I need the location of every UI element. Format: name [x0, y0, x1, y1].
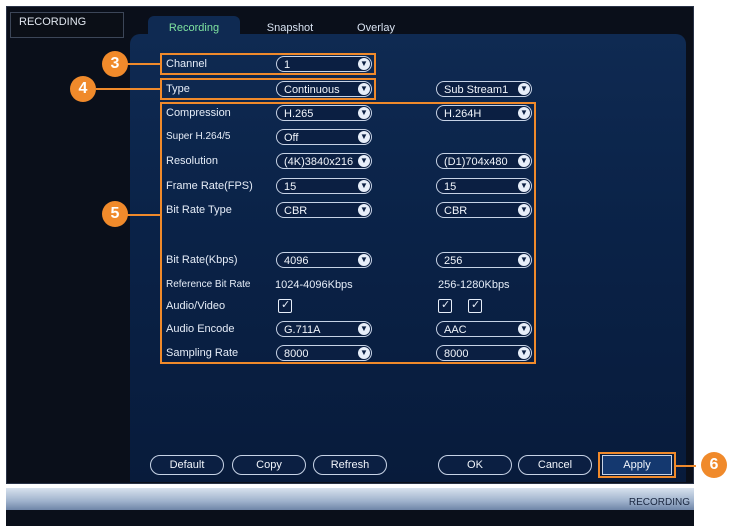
- callout-box-apply: [598, 452, 676, 478]
- footer-strip: [6, 510, 694, 526]
- callout-number-3: 3: [102, 51, 128, 77]
- ok-button[interactable]: OK: [438, 455, 512, 475]
- callout-line-5: [126, 214, 160, 216]
- callout-number-5: 5: [102, 201, 128, 227]
- default-button[interactable]: Default: [150, 455, 224, 475]
- refresh-button[interactable]: Refresh: [313, 455, 387, 475]
- callout-box-type: [160, 78, 376, 100]
- callout-box-channel: [160, 53, 376, 75]
- callout-number-6: 6: [701, 452, 727, 478]
- tab-snapshot[interactable]: Snapshot: [248, 16, 332, 40]
- callout-number-4: 4: [70, 76, 96, 102]
- chevron-down-icon: ▼: [518, 83, 530, 95]
- cancel-button[interactable]: Cancel: [518, 455, 592, 475]
- copy-button[interactable]: Copy: [232, 455, 306, 475]
- footer-label: RECORDING: [628, 497, 690, 508]
- sub-stream-select[interactable]: Sub Stream1 ▼: [436, 81, 532, 97]
- callout-line-3: [126, 63, 160, 65]
- callout-line-6: [676, 465, 696, 467]
- callout-line-4: [96, 88, 160, 90]
- window-title: RECORDING: [10, 12, 124, 38]
- tab-recording[interactable]: Recording: [148, 16, 240, 40]
- sub-stream-value: Sub Stream1: [444, 84, 509, 96]
- tab-overlay[interactable]: Overlay: [340, 16, 412, 40]
- callout-box-stream-settings: [160, 102, 536, 364]
